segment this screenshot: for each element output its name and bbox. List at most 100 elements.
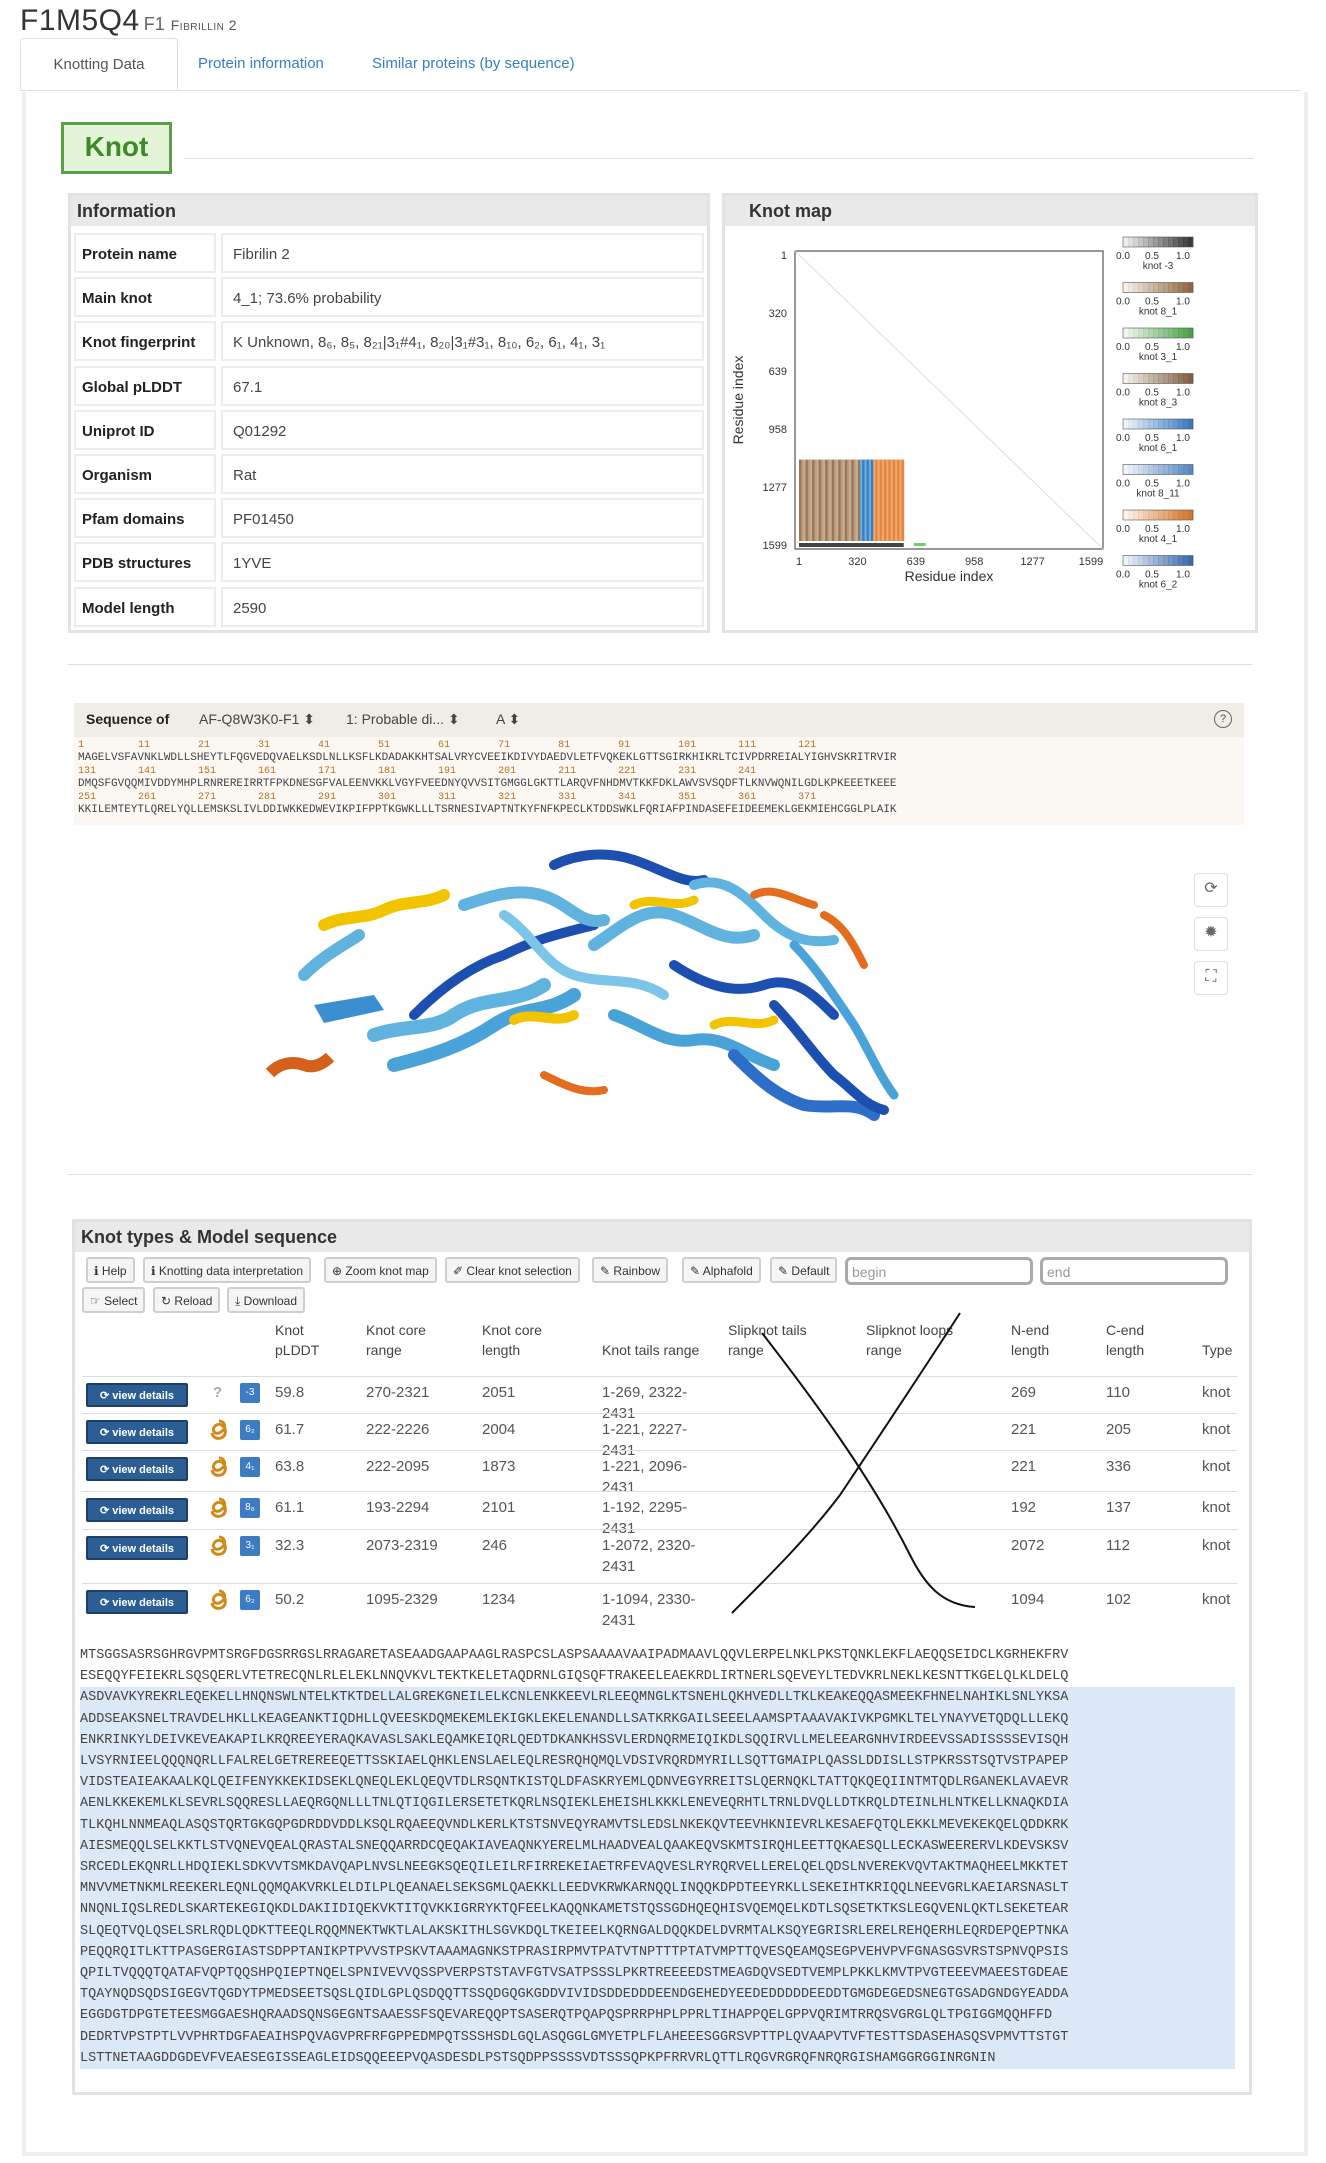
colorbar-segment [1138, 419, 1144, 429]
select-button[interactable]: ☞ Select [82, 1287, 146, 1313]
tab-knotting-data[interactable]: Knotting Data [20, 38, 178, 90]
colorbar-segment [1183, 510, 1189, 520]
colorbar-segment [1163, 237, 1169, 247]
settings-icon: ✹ [1204, 924, 1218, 941]
colorbar-segment [1148, 373, 1154, 384]
colorbar-tick: 1.0 [1176, 342, 1190, 353]
model-sequence-line: SRCEDLEKQNRLLHDQIEKLSDKVVTSMKDAVQAPLNVSL… [80, 1857, 1235, 1879]
model-sequence-line: ADDSEAKSNELTRAVDELHKLLKEAGEANKTIQDHLLQVE… [80, 1708, 1235, 1730]
rotate-button[interactable]: ⟳ [1194, 873, 1228, 907]
download-button[interactable]: ⤓ Download [227, 1287, 306, 1313]
colorbar-segment [1143, 555, 1149, 566]
fullscreen-button[interactable]: ⛶ [1194, 961, 1228, 995]
reload-button[interactable]: ↻ Reload [153, 1287, 221, 1313]
info-value[interactable]: Q01292 [221, 409, 704, 450]
download-icon: ⤓ [235, 1294, 241, 1308]
colorbar-segment [1178, 464, 1184, 475]
model-sequence-line: DEDRTVPSTPTLVVPHRTDGFAEAIHSPQVAGVPRFRFGP… [80, 2026, 1235, 2048]
chain-desc-select[interactable]: 1: Probable di... ⬍ [346, 711, 460, 728]
knot-type-badge: 6₂ [240, 1420, 260, 1440]
knot-icon [210, 1456, 227, 1477]
colorbar-segment [1143, 237, 1149, 247]
info-row: Protein name Fibrilin 2 [74, 233, 704, 273]
colorbar-label: knot 8_1 [1139, 307, 1178, 318]
colorbar-segment [1168, 510, 1174, 520]
colorbar-segment [1163, 282, 1169, 293]
end-input[interactable]: end [1040, 1257, 1228, 1285]
structure-viewer[interactable] [74, 825, 1244, 1135]
knotting-interpretation-button[interactable]: ℹ Knotting data interpretation [143, 1257, 312, 1283]
help-button-label: Help [101, 1264, 127, 1278]
entry-select[interactable]: AF-Q8W3K0-F1 ⬍ [199, 711, 315, 728]
knot-map-chart[interactable]: 1 320 639 958 1277 1599 1 320 639 958 1277 1599 Resi… [725, 229, 1249, 627]
sequence-viewer-text[interactable]: 1 11 21 31 41 51 61 71 81 91 101 111 121… [74, 737, 1244, 825]
begin-input[interactable]: begin [845, 1257, 1033, 1285]
view-details-button[interactable]: ⟳ view details [86, 1536, 188, 1560]
colorbar-segment [1158, 464, 1164, 475]
model-sequence[interactable]: MTSGGSASRSGHRGVPMTSRGFDGSRRGSLRRAGARETAS… [80, 1645, 1235, 2075]
colorbar-segment [1168, 464, 1174, 475]
colorbar-label: knot 4_1 [1139, 534, 1178, 545]
view-details-button[interactable]: ⟳ view details [86, 1590, 188, 1614]
sequence-line: MAGELVSFAVNKLWDLLSHEYTLFQGVEDQVAELKSDLNL… [78, 752, 897, 764]
view-details-button[interactable]: ⟳ view details [86, 1420, 188, 1444]
chain-select[interactable]: A ⬍ [496, 711, 520, 728]
divider [184, 158, 1254, 159]
colorbar-segment [1123, 282, 1129, 293]
knot-type: knot [1202, 1421, 1231, 1438]
zoom-knot-map-button[interactable]: ⊕ Zoom knot map [324, 1257, 437, 1283]
knot-map-xtick: 1599 [1079, 556, 1103, 568]
info-value: 4_1; 73.6% probability [221, 277, 704, 318]
updown-icon: ⬍ [303, 711, 315, 727]
help-icon[interactable]: ? [1214, 710, 1232, 728]
col-knot-plddt: Knot pLDDT [275, 1322, 320, 1358]
colorbar-segment [1128, 282, 1134, 293]
default-button[interactable]: ✎ Default [770, 1257, 838, 1283]
alphafold-button[interactable]: ✎ Alphafold [682, 1257, 761, 1283]
colorbar-segment [1148, 237, 1154, 247]
info-value[interactable]: PF01450 [221, 498, 704, 539]
knot-type-badge: 6₂ [240, 1590, 260, 1610]
colorbar-segment [1138, 555, 1144, 566]
rainbow-button[interactable]: ✎ Rainbow [592, 1257, 669, 1283]
unknown-knot-icon: ? [213, 1384, 223, 1401]
c-end-length: 137 [1106, 1499, 1132, 1516]
settings-button[interactable]: ✹ [1194, 917, 1228, 951]
colorbar-segment [1183, 373, 1189, 384]
colorbar-label: knot 6_2 [1139, 580, 1178, 591]
sequence-viewer-bar: Sequence of AF-Q8W3K0-F1 ⬍ 1: Probable d… [74, 703, 1244, 737]
colorbar-label: knot 8_11 [1136, 489, 1180, 500]
tab-protein-information[interactable]: Protein information [178, 38, 344, 90]
colorbar-segment [1138, 464, 1144, 475]
help-button[interactable]: ℹ Help [86, 1257, 135, 1283]
view-details-button[interactable]: ⟳ view details [86, 1498, 188, 1522]
colorbar-segment [1173, 373, 1179, 384]
colorbar-segment [1188, 419, 1194, 429]
col-type: Type [1202, 1342, 1233, 1358]
info-row: Knot fingerprint K Unknown, 8₆, 8₅, 8₂₁|3… [74, 321, 704, 362]
col-knot-tails-range: Knot tails range [602, 1342, 700, 1358]
info-key: Main knot [74, 277, 216, 318]
brush-icon: ✎ [690, 1264, 701, 1278]
colorbar-segment [1148, 282, 1154, 293]
sequence-numbers: 131 141 151 161 171 181 191 201 211 221 … [78, 766, 757, 777]
colorbar-segment [1143, 464, 1149, 475]
view-details-button[interactable]: ⟳ view details [86, 1383, 188, 1407]
knot-map-xtick: 958 [965, 556, 983, 568]
colorbar-segment [1173, 237, 1179, 247]
knot-type: knot [1202, 1458, 1231, 1475]
tab-similar-proteins[interactable]: Similar proteins (by sequence) [352, 38, 595, 90]
model-sequence-line: QPILTVQQQTQATAFVQPTQQSHPQIEPTNQELSPNIVEV… [80, 1963, 1235, 1985]
colorbar-segment [1148, 464, 1154, 475]
select-icon: ☞ [90, 1294, 101, 1308]
info-value[interactable]: 1YVE [221, 542, 704, 583]
colorbar-segment [1143, 419, 1149, 429]
colorbar-tick: 1.0 [1176, 433, 1190, 444]
col-c-end-length: C-end length [1106, 1322, 1145, 1358]
knot-type-badge: 8₈ [240, 1498, 260, 1518]
info-row: PDB structures 1YVE [74, 542, 704, 583]
clear-knot-selection-button[interactable]: ✐ Clear knot selection [445, 1257, 580, 1283]
protein-id-suffix: F1 [143, 14, 165, 34]
view-details-button[interactable]: ⟳ view details [86, 1457, 188, 1481]
colorbar-segment [1133, 419, 1139, 429]
